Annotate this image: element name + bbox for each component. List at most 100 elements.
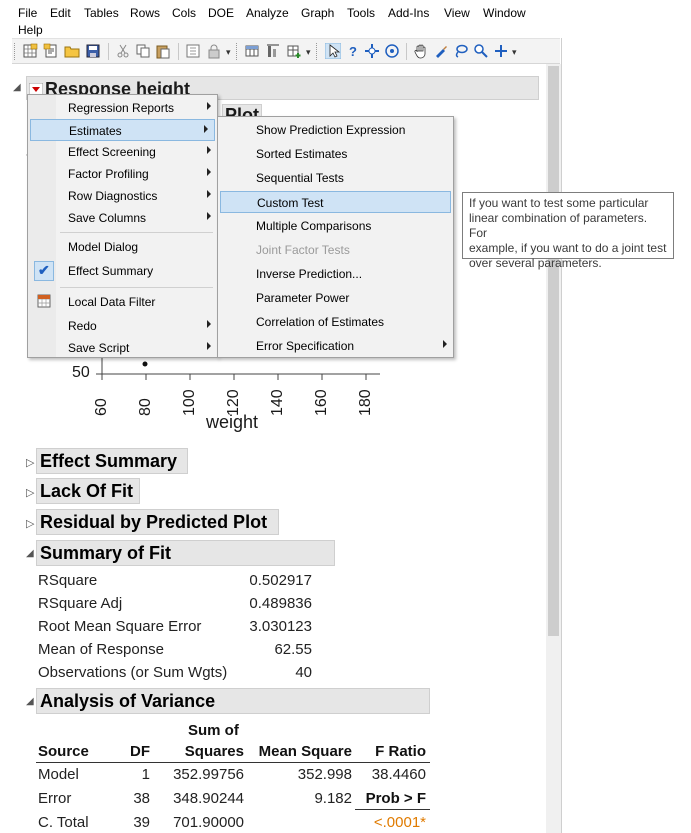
menu-item-error-specification[interactable]: Error Specification: [218, 335, 453, 357]
anova-ss: 348.90244: [173, 790, 244, 807]
menu-item-inverse-prediction[interactable]: Inverse Prediction...: [218, 263, 453, 285]
menu-tools[interactable]: Tools: [347, 6, 375, 20]
lock-icon[interactable]: [206, 43, 222, 59]
magnifier-icon[interactable]: [473, 43, 489, 59]
anova-header[interactable]: Analysis of Variance: [36, 688, 430, 714]
anova-source: Error: [38, 790, 72, 807]
arrow-tool-icon[interactable]: [325, 43, 341, 59]
help-tool-icon[interactable]: ?: [345, 43, 361, 59]
scrollbar-thumb[interactable]: [548, 66, 559, 636]
menu-edit[interactable]: Edit: [50, 6, 71, 20]
anova-df: 1: [141, 766, 150, 783]
estimates-submenu: Show Prediction Expression Sorted Estima…: [217, 116, 454, 358]
new-data-table-icon[interactable]: [22, 43, 38, 59]
lack-of-fit-expand-icon[interactable]: ▷: [26, 486, 34, 499]
menu-item-row-diagnostics[interactable]: Row Diagnostics: [28, 185, 217, 207]
anova-collapse-icon[interactable]: ◢: [26, 696, 34, 707]
menu-bar: File Edit Tables Rows Cols DOE Analyze G…: [0, 0, 562, 38]
tooltip-line: If you want to test some particular: [469, 196, 649, 210]
collapse-triangle-icon[interactable]: ◢: [13, 82, 21, 93]
menu-item-estimates[interactable]: Estimates: [30, 119, 215, 141]
menu-item-local-data-filter[interactable]: Local Data Filter: [28, 291, 217, 313]
menu-item-regression-reports[interactable]: Regression Reports: [28, 97, 217, 119]
plus-icon[interactable]: [493, 43, 509, 59]
lasso-icon[interactable]: [453, 43, 469, 59]
x-tick-label: 180: [357, 389, 374, 416]
x-tick-label: 60: [93, 398, 110, 416]
menu-item-effect-summary[interactable]: ✔ Effect Summary: [28, 260, 217, 282]
menu-tables[interactable]: Tables: [84, 6, 119, 20]
x-tick-label: 160: [313, 389, 330, 416]
jmp-report-window: File Edit Tables Rows Cols DOE Analyze G…: [0, 0, 562, 833]
custom-test-tooltip: If you want to test some particular line…: [462, 192, 674, 270]
x-tick-label: 120: [225, 389, 242, 416]
paste-icon[interactable]: [155, 43, 171, 59]
menu-item-correlation-of-estimates[interactable]: Correlation of Estimates: [218, 311, 453, 333]
menu-item-joint-factor-tests: Joint Factor Tests: [256, 243, 350, 257]
menu-item-save-script[interactable]: Save Script: [28, 337, 217, 359]
summary-of-fit-header[interactable]: Summary of Fit: [36, 540, 335, 566]
target-icon[interactable]: [384, 43, 400, 59]
open-folder-icon[interactable]: [64, 43, 80, 59]
crosshair-icon[interactable]: [364, 43, 380, 59]
tooltip-line: over several parameters.: [469, 256, 602, 270]
menu-help[interactable]: Help: [18, 23, 43, 37]
effect-summary-header[interactable]: Effect Summary: [36, 448, 188, 474]
tabulate-icon[interactable]: [244, 43, 260, 59]
red-triangle-popup-menu: Regression Reports Estimates Effect Scre…: [27, 94, 218, 358]
anova-col-ss: Squares: [184, 743, 244, 760]
anova-col-source: Source: [38, 743, 89, 760]
add-table-icon[interactable]: [286, 43, 302, 59]
menu-item-redo[interactable]: Redo: [28, 315, 217, 337]
anova-col-ms: Mean Square: [258, 743, 352, 760]
menu-view[interactable]: View: [444, 6, 470, 20]
menu-item-sorted-estimates[interactable]: Sorted Estimates: [218, 143, 453, 165]
anova-source: Model: [38, 766, 79, 783]
menu-rows[interactable]: Rows: [130, 6, 160, 20]
menu-item-save-columns[interactable]: Save Columns: [28, 207, 217, 229]
brush-icon[interactable]: [433, 43, 449, 59]
menu-item-custom-test[interactable]: Custom Test: [220, 191, 451, 213]
layout-icon[interactable]: [185, 43, 201, 59]
anova-ss: 352.99756: [173, 766, 244, 783]
cut-icon[interactable]: [115, 43, 131, 59]
summary-of-fit-collapse-icon[interactable]: ◢: [26, 548, 34, 559]
anova-ms: 352.998: [297, 766, 352, 783]
residual-plot-expand-icon[interactable]: ▷: [26, 517, 34, 530]
menu-file[interactable]: File: [18, 6, 37, 20]
menu-graph[interactable]: Graph: [301, 6, 334, 20]
toolbar-more-icon[interactable]: ▾: [226, 47, 231, 58]
residual-plot-header[interactable]: Residual by Predicted Plot: [36, 509, 279, 535]
menu-item-model-dialog[interactable]: Model Dialog: [28, 236, 217, 258]
lack-of-fit-header[interactable]: Lack Of Fit: [36, 478, 140, 504]
hand-tool-icon[interactable]: [413, 43, 429, 59]
anova-df: 38: [133, 790, 150, 807]
menu-cols[interactable]: Cols: [172, 6, 196, 20]
menu-window[interactable]: Window: [483, 6, 526, 20]
filter-icon: [37, 294, 51, 308]
menu-item-parameter-power[interactable]: Parameter Power: [218, 287, 453, 309]
menu-item-sequential-tests[interactable]: Sequential Tests: [218, 167, 453, 189]
new-script-icon[interactable]: [43, 43, 59, 59]
y-tick-50: 50: [72, 364, 90, 381]
toolbar-grip[interactable]: [14, 43, 17, 60]
menu-item-effect-screening[interactable]: Effect Screening: [28, 141, 217, 163]
save-icon[interactable]: [85, 43, 101, 59]
menu-item-show-prediction-expression[interactable]: Show Prediction Expression: [218, 119, 453, 141]
copy-icon[interactable]: [135, 43, 151, 59]
graph-builder-icon[interactable]: [265, 43, 281, 59]
anova-header-sum-of: Sum of: [188, 722, 239, 739]
menu-item-multiple-comparisons[interactable]: Multiple Comparisons: [218, 215, 453, 237]
anova-col-df: DF: [130, 743, 150, 760]
menu-doe[interactable]: DOE: [208, 6, 234, 20]
anova-col-f: F Ratio: [375, 743, 426, 760]
fit-label: Root Mean Square Error: [38, 618, 202, 635]
menu-analyze[interactable]: Analyze: [246, 6, 289, 20]
menu-add-ins[interactable]: Add-Ins: [388, 6, 429, 20]
effect-summary-expand-icon[interactable]: ▷: [26, 456, 34, 469]
anova-source: C. Total: [38, 814, 89, 831]
empty-workspace: [562, 0, 691, 833]
fit-label: Observations (or Sum Wgts): [38, 664, 228, 681]
anova-prob-value: <.0001*: [373, 814, 426, 831]
menu-item-factor-profiling[interactable]: Factor Profiling: [28, 163, 217, 185]
